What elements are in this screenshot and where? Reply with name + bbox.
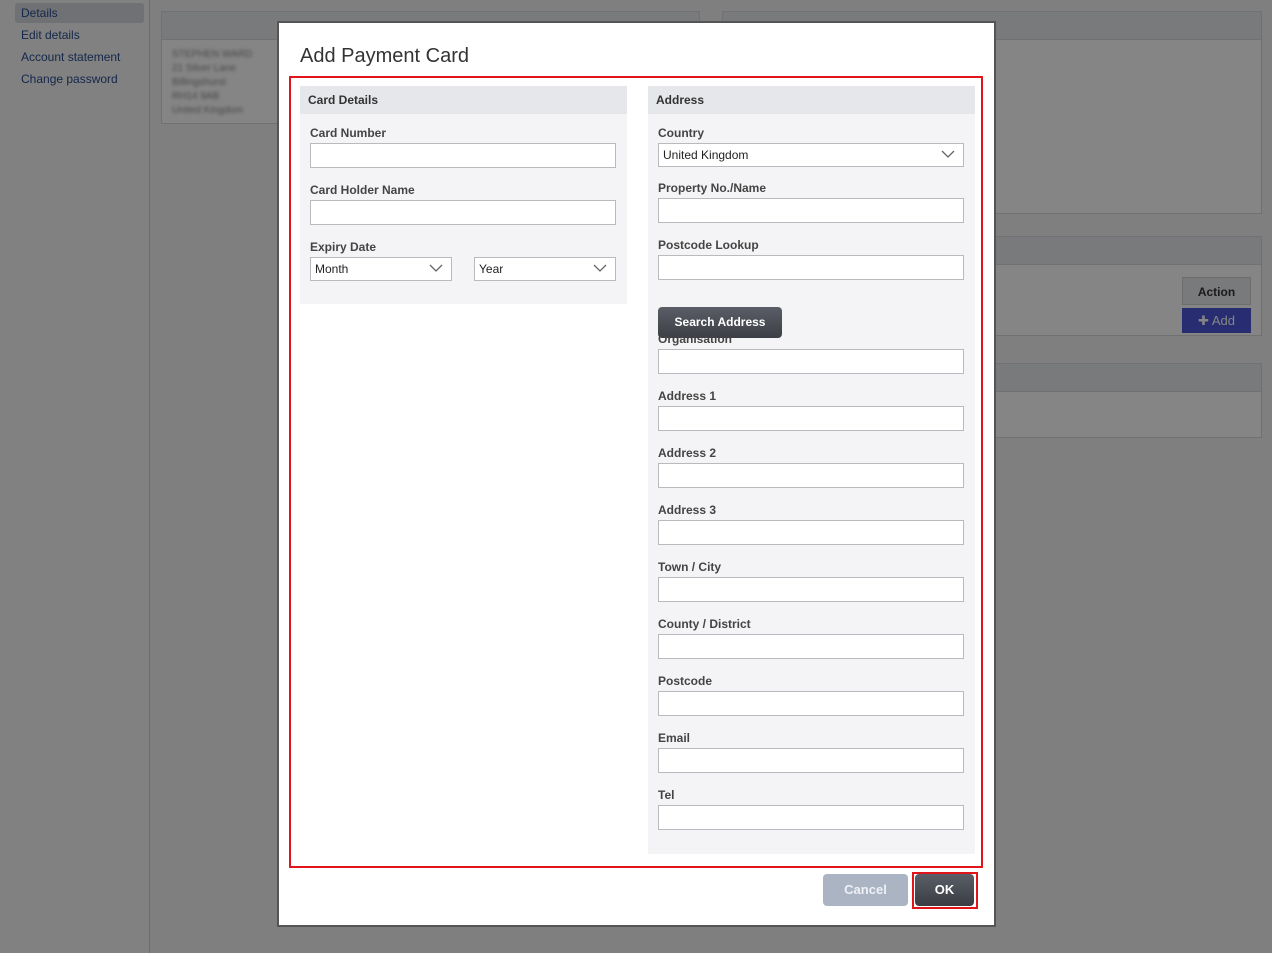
organisation-input[interactable] — [658, 349, 964, 374]
card-number-label: Card Number — [310, 126, 387, 140]
email-label: Email — [658, 731, 691, 745]
town-label: Town / City — [658, 560, 722, 574]
town-input[interactable] — [658, 577, 964, 602]
property-label: Property No./Name — [658, 181, 767, 195]
country-select[interactable]: United Kingdom — [658, 143, 964, 167]
card-details-header: Card Details — [300, 86, 627, 114]
chevron-down-icon — [941, 150, 955, 158]
add-payment-card-dialog: Add Payment Card Card Details Card Numbe… — [277, 21, 996, 927]
postcode-label: Postcode — [658, 674, 713, 688]
expiry-month-select[interactable]: Month — [310, 257, 452, 281]
county-input[interactable] — [658, 634, 964, 659]
address2-input[interactable] — [658, 463, 964, 488]
address1-label: Address 1 — [658, 389, 717, 403]
address3-input[interactable] — [658, 520, 964, 545]
tel-label: Tel — [658, 788, 675, 802]
address2-label: Address 2 — [658, 446, 717, 460]
property-input[interactable] — [658, 198, 964, 223]
expiry-month-value: Month — [315, 262, 349, 276]
expiry-date-label: Expiry Date — [310, 240, 377, 254]
address3-label: Address 3 — [658, 503, 717, 517]
dialog-title: Add Payment Card — [300, 45, 469, 67]
organisation-label: Organisation — [658, 332, 733, 346]
chevron-down-icon — [593, 264, 607, 272]
county-label: County / District — [658, 617, 751, 631]
card-holder-label: Card Holder Name — [310, 183, 415, 197]
card-details-section: Card Details Card Number Card Holder Nam… — [300, 86, 627, 304]
chevron-down-icon — [429, 264, 443, 272]
address1-input[interactable] — [658, 406, 964, 431]
expiry-year-value: Year — [479, 262, 504, 276]
card-number-input[interactable] — [310, 143, 616, 168]
ok-button[interactable]: OK — [915, 874, 974, 906]
postcode-lookup-label: Postcode Lookup — [658, 238, 759, 252]
address-section: Address Country United Kingdom Property … — [648, 86, 975, 854]
postcode-input[interactable] — [658, 691, 964, 716]
country-label: Country — [658, 126, 704, 140]
expiry-year-select[interactable]: Year — [474, 257, 616, 281]
card-holder-input[interactable] — [310, 200, 616, 225]
postcode-lookup-input[interactable] — [658, 255, 964, 280]
country-value: United Kingdom — [663, 148, 749, 162]
cancel-button[interactable]: Cancel — [823, 874, 908, 906]
address-header: Address — [648, 86, 975, 114]
tel-input[interactable] — [658, 805, 964, 830]
email-input[interactable] — [658, 748, 964, 773]
